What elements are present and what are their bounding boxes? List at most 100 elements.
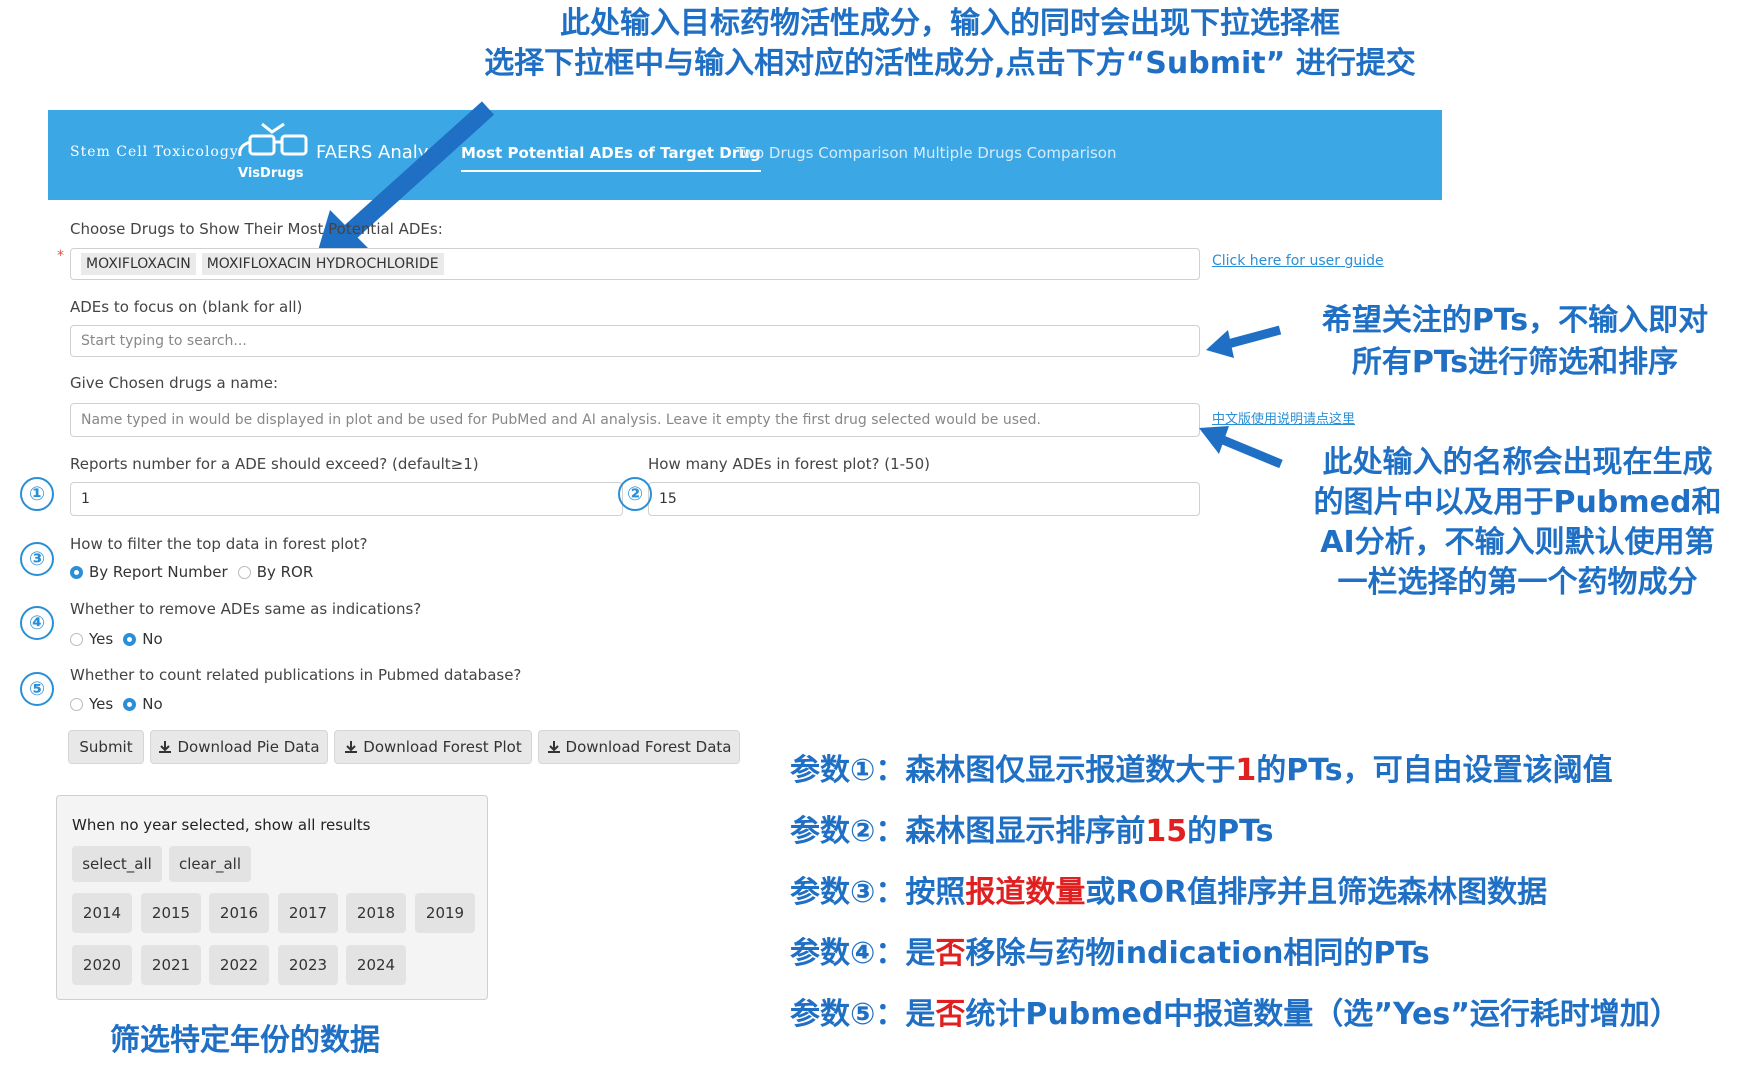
radio-pubmed-no[interactable] [123,697,137,711]
filter-label: How to filter the top data in forest plo… [70,535,368,553]
param-suffix: 的PTs，可自由设置该阈值 [1256,753,1613,788]
param-note-1: 参数①：森林图仅显示报道数大于1的PTs，可自由设置该阈值 [790,745,1613,789]
reports-threshold-input[interactable]: 1 [70,482,623,516]
download-icon [547,741,560,753]
top-annotation: 此处输入目标药物活性成分，输入的同时会出现下拉选择框 选择下拉框中与输入相对应的… [430,4,1470,84]
radio-remove-yes[interactable] [70,632,83,646]
param-note-4: 参数④：是否移除与药物indication相同的PTs [790,928,1430,972]
circle-number-1: ① [20,477,54,511]
param-prefix: 参数①：森林图仅显示报道数大于 [790,753,1236,788]
param-prefix: 参数②：森林图显示排序前 [790,814,1146,849]
filter-radio-group: By Report Number By ROR [70,563,323,581]
forest-count-input[interactable]: 15 [648,482,1200,516]
radio-remove-no[interactable] [123,632,137,646]
arrow-to-drug-input-icon [314,101,495,264]
tab-multiple-drugs-comparison[interactable]: Multiple Drugs Comparison [913,144,1117,162]
radio-by-ror[interactable] [237,565,251,579]
top-annotation-line2: 选择下拉框中与输入相对应的活性成分,点击下方“Submit” 进行提交 [484,46,1416,81]
param-suffix: 移除与药物indication相同的PTs [965,936,1430,971]
tab-two-drugs-comparison[interactable]: Two Drugs Comparison [736,144,908,162]
required-mark: * [57,248,64,264]
param-highlight: 否 [935,936,966,971]
brand-logo[interactable]: Stem Cell Toxicology [70,144,239,160]
param-highlight: 15 [1145,814,1188,849]
pubmed-label: Whether to count related publications in… [70,666,522,684]
download-forest-data-button[interactable]: Download Forest Data [538,730,740,764]
drug-name-input[interactable]: Name typed in would be displayed in plot… [70,403,1200,437]
param-prefix: 参数⑤：是 [790,997,936,1032]
remove-label: Whether to remove ADEs same as indicatio… [70,600,422,618]
circle-number-2: ② [618,477,652,511]
name-note-line: 一栏选择的第一个药物成分 [1337,565,1698,600]
param-highlight: 报道数量 [965,875,1086,910]
param-prefix: 参数③：按照 [790,875,966,910]
download-icon [345,741,358,753]
download-icon [159,741,172,753]
year-button-2023[interactable]: 2023 [278,945,338,985]
user-guide-link[interactable]: Click here for user guide [1212,253,1384,269]
ades-label: ADEs to focus on (blank for all) [70,298,303,316]
year-button-2020[interactable]: 2020 [72,945,132,985]
drugs-label: Choose Drugs to Show Their Most Potentia… [70,220,443,238]
year-button-2017[interactable]: 2017 [278,893,338,933]
radio-label: No [142,630,163,648]
pts-note-line: 所有PTs进行筛选和排序 [1351,345,1679,380]
visdrugs-label: VisDrugs [238,166,304,181]
tab-most-potential-ades[interactable]: Most Potential ADEs of Target Drug [461,144,761,172]
submit-button[interactable]: Submit [68,730,144,764]
name-label: Give Chosen drugs a name: [70,374,278,392]
name-note-line: 此处输入的名称会出现在生成 [1322,445,1713,480]
param-note-5: 参数⑤：是否统计Pubmed中报道数量（选”Yes”运行耗时增加） [790,989,1680,1033]
button-label: Download Pie Data [177,738,320,756]
param-highlight: 否 [935,997,966,1032]
arrow-to-ades-input-icon [1206,325,1282,358]
pts-note-line: 希望关注的PTs，不输入即对 [1321,303,1709,338]
param-note-2: 参数②：森林图显示排序前15的PTs [790,806,1273,850]
button-label: Download Forest Plot [363,738,522,756]
radio-pubmed-yes[interactable] [70,697,83,711]
radio-label: Yes [89,695,114,713]
clear-all-button[interactable]: clear_all [169,846,251,882]
param-note-3: 参数③：按照报道数量或ROR值排序并且筛选森林图数据 [790,867,1547,911]
ades-search-input[interactable]: Start typing to search... [70,325,1200,357]
navbar: Stem Cell Toxicology VisDrugs FAERS Anal… [48,110,1442,200]
year-button-2019[interactable]: 2019 [415,893,475,933]
radio-label: No [142,695,163,713]
name-note-line: 的图片中以及用于Pubmed和 [1313,485,1722,520]
year-button-2024[interactable]: 2024 [346,945,406,985]
name-note: 此处输入的名称会出现在生成 的图片中以及用于Pubmed和 AI分析，不输入则默… [1290,443,1745,603]
param-highlight: 1 [1235,753,1257,788]
param-suffix: 统计Pubmed中报道数量（选”Yes”运行耗时增加） [965,997,1680,1032]
arrow-to-name-input-icon [1199,426,1283,469]
year-button-2022[interactable]: 2022 [209,945,269,985]
drug-chip[interactable]: MOXIFLOXACIN HYDROCHLORIDE [201,253,444,275]
circle-number-5: ⑤ [20,672,54,706]
top-annotation-line1: 此处输入目标药物活性成分，输入的同时会出现下拉选择框 [560,6,1340,41]
circle-number-4: ④ [20,606,54,640]
download-forest-plot-button[interactable]: Download Forest Plot [334,730,532,764]
drug-chip[interactable]: MOXIFLOXACIN [81,253,196,275]
radio-label: By Report Number [89,563,228,581]
ades-placeholder: Start typing to search... [81,333,247,349]
download-pie-data-button[interactable]: Download Pie Data [150,730,328,764]
year-button-2014[interactable]: 2014 [72,893,132,933]
button-label: Download Forest Data [565,738,732,756]
year-caption: 筛选特定年份的数据 [110,1023,380,1058]
drug-select-input[interactable]: MOXIFLOXACIN MOXIFLOXACIN HYDROCHLORIDE [70,248,1200,280]
remove-radio-group: Yes No [70,630,173,648]
year-panel-note: When no year selected, show all results [72,816,371,834]
name-note-line: AI分析，不输入则默认使用第 [1320,525,1715,560]
radio-label: By ROR [256,563,314,581]
year-button-2018[interactable]: 2018 [346,893,406,933]
radio-label: Yes [89,630,114,648]
name-placeholder: Name typed in would be displayed in plot… [81,412,1041,428]
circle-number-3: ③ [20,542,54,576]
radio-by-report-number[interactable] [70,565,83,579]
select-all-button[interactable]: select_all [72,846,162,882]
year-button-2015[interactable]: 2015 [141,893,201,933]
year-button-2016[interactable]: 2016 [209,893,269,933]
param-suffix: 的PTs [1187,814,1274,849]
year-button-2021[interactable]: 2021 [141,945,201,985]
pts-note: 希望关注的PTs，不输入即对 所有PTs进行筛选和排序 [1290,300,1740,384]
reports-label: Reports number for a ADE should exceed? … [70,455,479,473]
